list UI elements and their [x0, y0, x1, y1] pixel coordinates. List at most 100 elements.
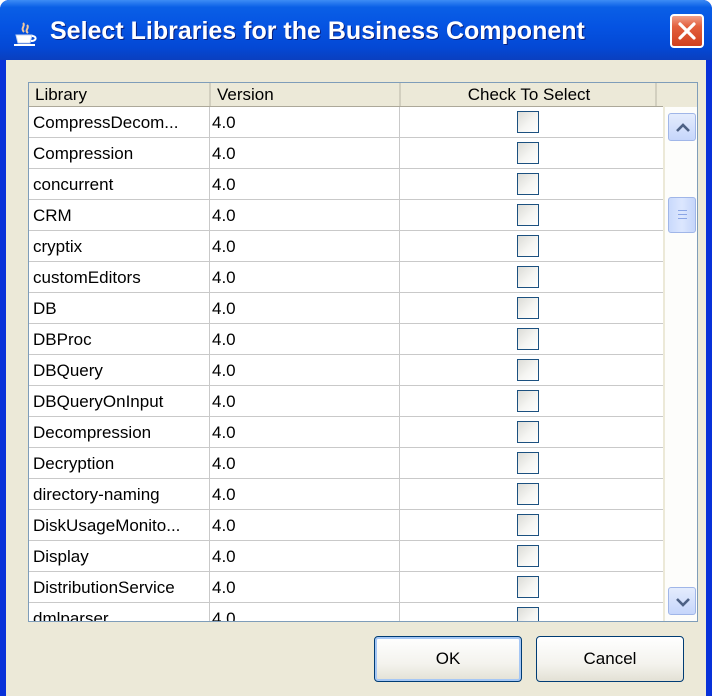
- select-cell: [400, 541, 660, 572]
- column-header-check[interactable]: Check To Select: [401, 83, 657, 106]
- table-row[interactable]: directory-naming 4.0: [29, 479, 663, 510]
- select-checkbox[interactable]: [517, 235, 539, 257]
- select-cell: [400, 324, 660, 355]
- select-cell: [400, 510, 660, 541]
- version-cell[interactable]: 4.0: [210, 324, 400, 355]
- table-row[interactable]: DB 4.0: [29, 293, 663, 324]
- library-name-cell[interactable]: directory-naming: [29, 479, 210, 510]
- version-cell[interactable]: 4.0: [210, 262, 400, 293]
- table-row[interactable]: dmlparser 4.0: [29, 603, 663, 621]
- table-row[interactable]: Display 4.0: [29, 541, 663, 572]
- select-checkbox[interactable]: [517, 173, 539, 195]
- select-checkbox[interactable]: [517, 266, 539, 288]
- select-checkbox[interactable]: [517, 545, 539, 567]
- library-name-cell[interactable]: Compression: [29, 138, 210, 169]
- table-row[interactable]: cryptix 4.0: [29, 231, 663, 262]
- select-checkbox[interactable]: [517, 421, 539, 443]
- table-header: Library Version Check To Select: [29, 83, 663, 107]
- version-cell[interactable]: 4.0: [210, 169, 400, 200]
- library-name-cell[interactable]: CompressDecom...: [29, 107, 210, 138]
- library-name-cell[interactable]: DB: [29, 293, 210, 324]
- column-header-version[interactable]: Version: [211, 83, 401, 106]
- scroll-up-button[interactable]: [668, 113, 696, 141]
- column-header-check-label: Check To Select: [467, 85, 591, 104]
- table-row[interactable]: DBQueryOnInput 4.0: [29, 386, 663, 417]
- version-cell[interactable]: 4.0: [210, 510, 400, 541]
- select-checkbox[interactable]: [517, 204, 539, 226]
- library-name-cell[interactable]: Display: [29, 541, 210, 572]
- version-cell[interactable]: 4.0: [210, 355, 400, 386]
- library-name-cell[interactable]: DBProc: [29, 324, 210, 355]
- table-row[interactable]: DiskUsageMonito... 4.0: [29, 510, 663, 541]
- library-name-cell[interactable]: cryptix: [29, 231, 210, 262]
- version-cell[interactable]: 4.0: [210, 541, 400, 572]
- library-name-cell[interactable]: customEditors: [29, 262, 210, 293]
- select-checkbox[interactable]: [517, 514, 539, 536]
- version-cell[interactable]: 4.0: [210, 138, 400, 169]
- table-row[interactable]: DistributionService 4.0: [29, 572, 663, 603]
- select-checkbox[interactable]: [517, 452, 539, 474]
- dialog-title: Select Libraries for the Business Compon…: [50, 17, 585, 45]
- version-cell[interactable]: 4.0: [210, 479, 400, 510]
- select-checkbox[interactable]: [517, 359, 539, 381]
- select-cell: [400, 572, 660, 603]
- library-name-cell[interactable]: DistributionService: [29, 572, 210, 603]
- dialog-window: Select Libraries for the Business Compon…: [0, 0, 712, 696]
- select-cell: [400, 386, 660, 417]
- version-cell[interactable]: 4.0: [210, 293, 400, 324]
- table-row[interactable]: Decryption 4.0: [29, 448, 663, 479]
- table-row[interactable]: DBQuery 4.0: [29, 355, 663, 386]
- table-row[interactable]: concurrent 4.0: [29, 169, 663, 200]
- library-name-cell[interactable]: DBQuery: [29, 355, 210, 386]
- table-row[interactable]: Compression 4.0: [29, 138, 663, 169]
- select-checkbox[interactable]: [517, 390, 539, 412]
- version-cell[interactable]: 4.0: [210, 386, 400, 417]
- library-name-cell[interactable]: concurrent: [29, 169, 210, 200]
- select-cell: [400, 262, 660, 293]
- version-cell[interactable]: 4.0: [210, 572, 400, 603]
- library-name-cell[interactable]: Decryption: [29, 448, 210, 479]
- column-header-library[interactable]: Library: [29, 83, 211, 106]
- chevron-up-icon: [676, 123, 690, 132]
- ok-button[interactable]: OK: [374, 636, 522, 682]
- title-bar[interactable]: Select Libraries for the Business Compon…: [0, 0, 712, 60]
- version-cell[interactable]: 4.0: [210, 603, 400, 621]
- version-cell[interactable]: 4.0: [210, 107, 400, 138]
- vertical-scrollbar[interactable]: [665, 107, 697, 621]
- select-cell: [400, 200, 660, 231]
- select-checkbox[interactable]: [517, 142, 539, 164]
- table-row[interactable]: CompressDecom... 4.0: [29, 107, 663, 138]
- version-cell[interactable]: 4.0: [210, 231, 400, 262]
- scroll-thumb[interactable]: [668, 197, 696, 233]
- select-cell: [400, 169, 660, 200]
- thumb-grip-line: [678, 214, 687, 215]
- table-row[interactable]: customEditors 4.0: [29, 262, 663, 293]
- library-name-cell[interactable]: DBQueryOnInput: [29, 386, 210, 417]
- select-checkbox[interactable]: [517, 297, 539, 319]
- select-checkbox[interactable]: [517, 607, 539, 621]
- library-name-cell[interactable]: CRM: [29, 200, 210, 231]
- select-cell: [400, 417, 660, 448]
- library-table: Library Version Check To Select Compress…: [28, 82, 698, 622]
- close-x-icon: [678, 22, 696, 40]
- version-cell[interactable]: 4.0: [210, 448, 400, 479]
- library-name-cell[interactable]: dmlparser: [29, 603, 210, 621]
- dialog-body: Library Version Check To Select Compress…: [6, 60, 706, 696]
- select-cell: [400, 293, 660, 324]
- library-name-cell[interactable]: DiskUsageMonito...: [29, 510, 210, 541]
- library-name-cell[interactable]: Decompression: [29, 417, 210, 448]
- table-row[interactable]: CRM 4.0: [29, 200, 663, 231]
- scroll-down-button[interactable]: [668, 587, 696, 615]
- select-checkbox[interactable]: [517, 576, 539, 598]
- table-row[interactable]: DBProc 4.0: [29, 324, 663, 355]
- select-checkbox[interactable]: [517, 111, 539, 133]
- cancel-button[interactable]: Cancel: [536, 636, 684, 682]
- select-cell: [400, 231, 660, 262]
- version-cell[interactable]: 4.0: [210, 200, 400, 231]
- select-checkbox[interactable]: [517, 328, 539, 350]
- version-cell[interactable]: 4.0: [210, 417, 400, 448]
- table-row[interactable]: Decompression 4.0: [29, 417, 663, 448]
- select-cell: [400, 603, 660, 621]
- close-button[interactable]: [670, 14, 704, 48]
- select-checkbox[interactable]: [517, 483, 539, 505]
